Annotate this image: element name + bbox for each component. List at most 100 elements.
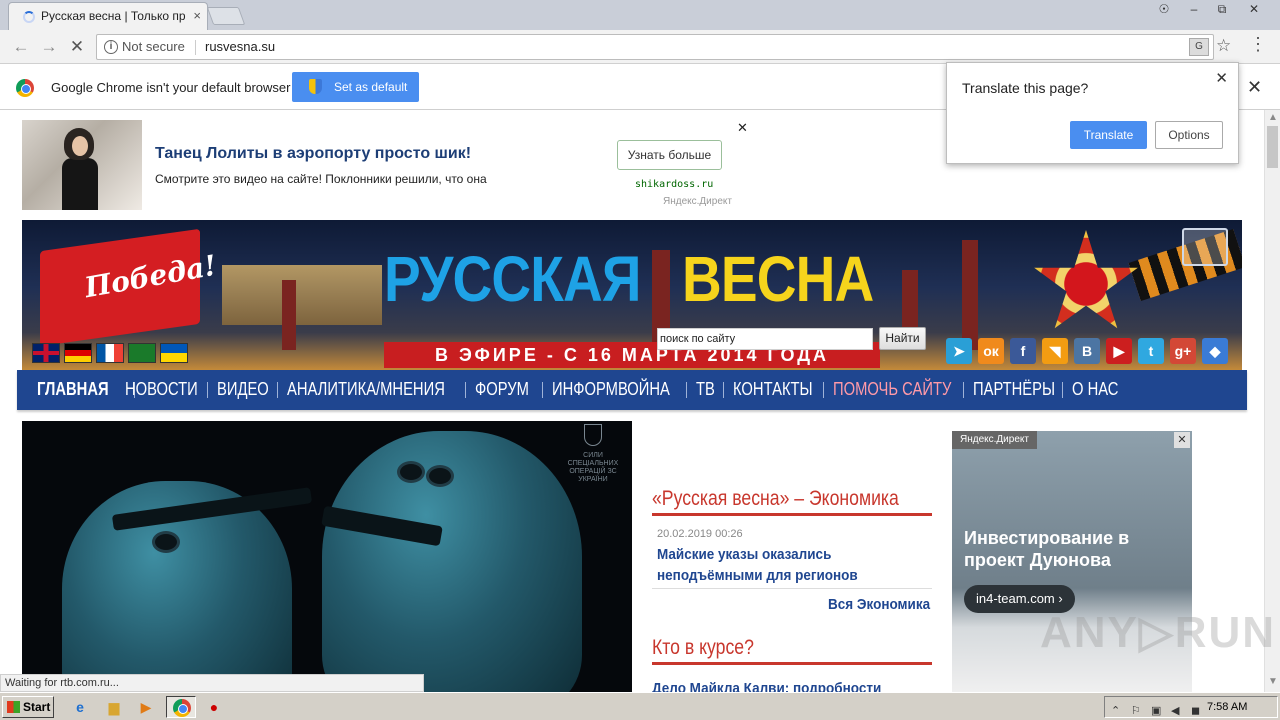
- translate-options-button[interactable]: Options: [1155, 121, 1223, 149]
- tag-icon[interactable]: ◆: [1202, 338, 1228, 364]
- googleplus-icon[interactable]: g+: [1170, 338, 1196, 364]
- nav-item-home[interactable]: ГЛАВНАЯ: [37, 379, 109, 400]
- tower-shape: [282, 280, 296, 350]
- nav-item-contacts[interactable]: КОНТАКТЫ: [733, 379, 813, 400]
- not-secure-label[interactable]: Not secure: [122, 39, 185, 54]
- shield-tray-icon[interactable]: ◼: [1191, 704, 1200, 717]
- stop-loading-icon[interactable]: ✕: [66, 36, 88, 58]
- telegram-icon[interactable]: ➤: [946, 338, 972, 364]
- site-banner[interactable]: Победа! РУССКАЯ ВЕСНА В ЭФИРЕ - С 16 МАР…: [22, 220, 1242, 370]
- ad-close-icon[interactable]: ✕: [737, 120, 748, 136]
- nav-item-video[interactable]: ВИДЕО: [217, 379, 269, 400]
- internet-explorer-icon[interactable]: e: [70, 697, 90, 717]
- in-the-know-title-rule: [652, 662, 932, 665]
- tray-expand-icon[interactable]: ⌃: [1111, 704, 1120, 717]
- tab-close-icon[interactable]: ×: [193, 8, 201, 23]
- chrome-taskbar-button[interactable]: [166, 696, 196, 718]
- youtube-icon[interactable]: ▶: [1106, 338, 1132, 364]
- right-ad-title[interactable]: Инвестирование в проект Дуюнова: [964, 527, 1184, 571]
- twitter-icon[interactable]: t: [1138, 338, 1164, 364]
- nav-separator: [686, 382, 687, 398]
- flag-uk-icon[interactable]: [32, 343, 60, 363]
- facebook-icon[interactable]: f: [1010, 338, 1036, 364]
- nav-item-tv[interactable]: ТВ: [696, 379, 715, 400]
- chrome-taskbar-icon: [173, 699, 191, 717]
- scroll-up-icon[interactable]: ▲: [1268, 112, 1278, 123]
- in-the-know-section-title[interactable]: Кто в курсе?: [652, 636, 754, 660]
- flag-icon[interactable]: ⚐: [1131, 704, 1141, 717]
- translate-button[interactable]: Translate: [1070, 121, 1147, 149]
- nav-item-partners[interactable]: ПАРТНЁРЫ: [973, 379, 1055, 400]
- right-ad-network-label: Яндекс.Директ: [952, 431, 1037, 449]
- translate-popup-close-icon[interactable]: ✕: [1215, 69, 1228, 87]
- search-button[interactable]: Найти: [879, 327, 926, 350]
- stop-icon[interactable]: ●: [204, 697, 224, 717]
- tab-strip: Русская весна | Только пр × ☉ – ⧉ ✕: [0, 0, 1280, 30]
- media-player-icon[interactable]: ▶: [136, 697, 156, 717]
- nav-item-forum[interactable]: ФОРУМ: [475, 379, 529, 400]
- browser-toolbar: ← → ✕ i Not secure rusvesna.su G: [0, 30, 1280, 64]
- chrome-logo-icon: [16, 79, 34, 97]
- all-economics-link[interactable]: Вся Экономика: [828, 596, 930, 613]
- screen-icon[interactable]: [1182, 228, 1228, 266]
- nav-separator: [277, 382, 278, 398]
- news-date: 20.02.2019 00:26: [657, 528, 743, 540]
- url-text[interactable]: rusvesna.su: [205, 39, 275, 54]
- chrome-menu-icon[interactable]: ⋮: [1249, 34, 1267, 55]
- flag-germany-icon[interactable]: [64, 343, 92, 363]
- bookmark-star-icon[interactable]: ☆: [1216, 36, 1231, 56]
- ad-domain[interactable]: shikardoss.ru: [635, 179, 713, 190]
- order-star-emblem: [1034, 230, 1138, 329]
- scroll-down-icon[interactable]: ▼: [1268, 676, 1278, 687]
- profile-icon[interactable]: ☉: [1150, 0, 1178, 18]
- vk-icon[interactable]: B: [1074, 338, 1100, 364]
- nav-item-news[interactable]: НОВОСТИ: [125, 379, 198, 400]
- infobar-message: Google Chrome isn't your default browser: [51, 80, 291, 95]
- ad-learn-more-button[interactable]: Узнать больше: [617, 140, 722, 170]
- set-as-default-button[interactable]: Set as default: [292, 72, 419, 102]
- volume-icon[interactable]: ◀: [1171, 704, 1179, 717]
- start-button[interactable]: Start: [2, 696, 54, 718]
- windows-taskbar: Start e ▆ ▶ ● ⌃ ⚐ ▣ ◀ ◼ 7:58 AM: [0, 692, 1280, 720]
- minimize-button[interactable]: –: [1180, 0, 1208, 18]
- nav-item-analytics[interactable]: АНАЛИТИКА/МНЕНИЯ: [287, 379, 445, 400]
- nav-item-about[interactable]: О НАС: [1072, 379, 1118, 400]
- address-bar[interactable]: i Not secure rusvesna.su G: [96, 34, 1214, 60]
- nav-separator: [823, 382, 824, 398]
- restore-button[interactable]: ⧉: [1208, 0, 1236, 18]
- ukraine-sso-emblem: СИЛИ СПЕЦІАЛЬНИХ ОПЕРАЦІЙ ЗС УКРАЇНИ: [557, 424, 629, 494]
- anyrun-watermark: ANY▷RUN: [1040, 608, 1277, 657]
- rss-icon[interactable]: ◥: [1042, 338, 1068, 364]
- scroll-thumb[interactable]: [1267, 126, 1278, 168]
- browser-tab[interactable]: Русская весна | Только пр ×: [8, 2, 208, 30]
- economics-section-title[interactable]: «Русская весна» – Экономика: [652, 487, 899, 511]
- translate-icon[interactable]: G: [1189, 38, 1209, 56]
- back-icon[interactable]: ←: [10, 36, 32, 58]
- info-icon[interactable]: i: [104, 40, 118, 54]
- flag-green-icon[interactable]: [128, 343, 156, 363]
- folder-icon[interactable]: ▆: [104, 697, 124, 717]
- clock[interactable]: 7:58 AM: [1207, 701, 1247, 713]
- right-ad-close-icon[interactable]: ✕: [1174, 432, 1190, 448]
- economics-title-rule: [652, 513, 932, 516]
- odnoklassniki-icon[interactable]: ок: [978, 338, 1004, 364]
- forward-icon[interactable]: →: [38, 36, 60, 58]
- nav-separator: [207, 382, 208, 398]
- nav-item-infowar[interactable]: ИНФОРМВОЙНА: [552, 379, 670, 400]
- flag-ukraine-icon[interactable]: [160, 343, 188, 363]
- nav-separator: [1062, 382, 1063, 398]
- ad-title-link[interactable]: Танец Лолиты в аэропорту просто шик!: [155, 145, 471, 163]
- banner-title-part1: РУССКАЯ: [384, 243, 641, 315]
- nav-item-help-site[interactable]: ПОМОЧЬ САЙТУ: [833, 379, 951, 400]
- flag-france-icon[interactable]: [96, 343, 124, 363]
- network-icon[interactable]: ▣: [1151, 704, 1161, 717]
- page-scrollbar[interactable]: ▲ ▼: [1264, 110, 1280, 692]
- omnibox-divider: [195, 40, 196, 55]
- infobar-close-icon[interactable]: ✕: [1247, 77, 1262, 98]
- site-search-input[interactable]: [657, 328, 873, 350]
- hero-photo[interactable]: СИЛИ СПЕЦІАЛЬНИХ ОПЕРАЦІЙ ЗС УКРАЇНИ: [22, 421, 632, 692]
- close-window-button[interactable]: ✕: [1240, 0, 1268, 18]
- ad-image[interactable]: [22, 120, 142, 210]
- new-tab-button[interactable]: [206, 7, 246, 25]
- news-headline-link[interactable]: Майские указы оказались неподъёмными для…: [657, 544, 900, 586]
